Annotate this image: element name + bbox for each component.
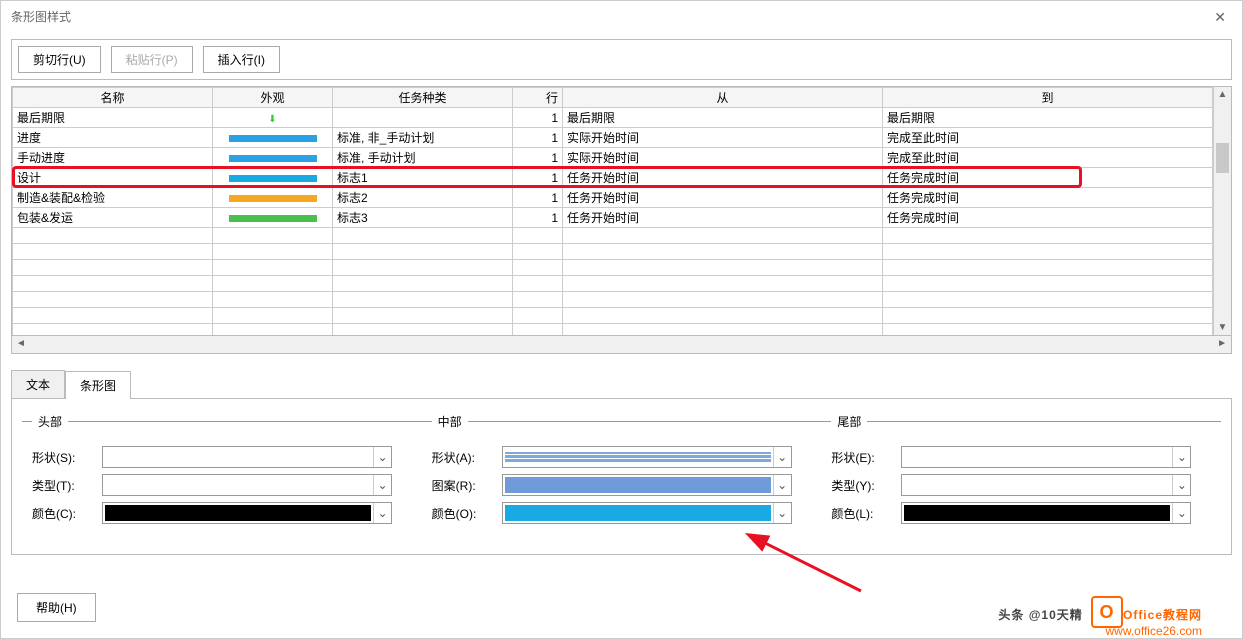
table-row[interactable] — [13, 324, 1213, 336]
label-head-shape: 形状(S): — [32, 449, 102, 466]
tab-bar[interactable]: 条形图 — [65, 371, 131, 399]
bar-swatch — [229, 155, 317, 162]
label-tail-color: 颜色(L): — [831, 505, 901, 522]
label-head-color: 颜色(C): — [32, 505, 102, 522]
table-row[interactable] — [13, 276, 1213, 292]
vertical-scrollbar[interactable]: ▲ ▼ — [1213, 87, 1231, 335]
insert-row-button[interactable]: 插入行(I) — [203, 46, 280, 73]
label-tail-shape: 形状(E): — [831, 449, 901, 466]
combo-mid-pattern[interactable]: ⌄ — [502, 474, 792, 496]
group-mid: 中部 形状(A): ⌄ 图案(R): ⌄ 颜色(O): ⌄ — [422, 413, 822, 530]
dialog-footer: 帮助(H) — [17, 593, 96, 622]
chevron-down-icon[interactable]: ⌄ — [1172, 475, 1190, 495]
cut-row-button[interactable]: 剪切行(U) — [18, 46, 101, 73]
tab-text[interactable]: 文本 — [11, 370, 65, 398]
combo-mid-shape[interactable]: ⌄ — [502, 446, 792, 468]
col-header-from[interactable]: 从 — [563, 88, 883, 108]
label-mid-pattern: 图案(R): — [432, 477, 502, 494]
group-tail: 尾部 形状(E): ⌄ 类型(Y): ⌄ 颜色(L): ⌄ — [821, 413, 1221, 530]
chevron-down-icon[interactable]: ⌄ — [1172, 503, 1190, 523]
legend-mid: 中部 — [432, 413, 468, 430]
scroll-up-icon[interactable]: ▲ — [1214, 89, 1231, 100]
close-icon[interactable]: ✕ — [1208, 1, 1232, 33]
styles-grid[interactable]: 名称 外观 任务种类 行 从 到 最后期限⬇1最后期限最后期限进度标准, 非_手… — [12, 87, 1213, 335]
table-row[interactable]: 制造&装配&检验标志21任务开始时间任务完成时间 — [13, 188, 1213, 208]
horizontal-scrollbar[interactable]: ◄ ► — [11, 336, 1232, 354]
combo-mid-color[interactable]: ⌄ — [502, 502, 792, 524]
tab-panel-bar: 头部 形状(S): ⌄ 类型(T): ⌄ 颜色(C): ⌄ 中部 形状(A): … — [11, 398, 1232, 555]
table-row[interactable] — [13, 228, 1213, 244]
chevron-down-icon[interactable]: ⌄ — [1172, 447, 1190, 467]
label-mid-color: 颜色(O): — [432, 505, 502, 522]
combo-head-type[interactable]: ⌄ — [102, 474, 392, 496]
detail-tabs: 文本 条形图 — [11, 370, 1232, 398]
chevron-down-icon[interactable]: ⌄ — [373, 475, 391, 495]
styles-grid-container: 名称 外观 任务种类 行 从 到 最后期限⬇1最后期限最后期限进度标准, 非_手… — [11, 86, 1232, 336]
table-row[interactable] — [13, 260, 1213, 276]
label-head-type: 类型(T): — [32, 477, 102, 494]
label-mid-shape: 形状(A): — [432, 449, 502, 466]
col-header-appearance[interactable]: 外观 — [213, 88, 333, 108]
bar-swatch — [229, 215, 317, 222]
table-row[interactable]: 最后期限⬇1最后期限最后期限 — [13, 108, 1213, 128]
arrow-down-icon: ⬇ — [268, 114, 276, 125]
scroll-left-icon[interactable]: ◄ — [16, 338, 26, 349]
scroll-thumb[interactable] — [1216, 143, 1229, 173]
legend-head: 头部 — [32, 413, 68, 430]
chevron-down-icon[interactable]: ⌄ — [773, 475, 791, 495]
table-row[interactable] — [13, 244, 1213, 260]
table-row[interactable]: 设计标志11任务开始时间任务完成时间 — [13, 168, 1213, 188]
chevron-down-icon[interactable]: ⌄ — [773, 447, 791, 467]
col-header-to[interactable]: 到 — [883, 88, 1213, 108]
bar-swatch — [229, 195, 317, 202]
table-row[interactable] — [13, 292, 1213, 308]
chevron-down-icon[interactable]: ⌄ — [373, 503, 391, 523]
col-header-name[interactable]: 名称 — [13, 88, 213, 108]
label-tail-type: 类型(Y): — [831, 477, 901, 494]
table-row[interactable]: 包装&发运标志31任务开始时间任务完成时间 — [13, 208, 1213, 228]
combo-tail-shape[interactable]: ⌄ — [901, 446, 1191, 468]
combo-tail-color[interactable]: ⌄ — [901, 502, 1191, 524]
bar-swatch — [229, 175, 317, 182]
table-row[interactable]: 进度标准, 非_手动计划1实际开始时间完成至此时间 — [13, 128, 1213, 148]
legend-tail: 尾部 — [831, 413, 867, 430]
paste-row-button: 粘贴行(P) — [111, 46, 193, 73]
chevron-down-icon[interactable]: ⌄ — [373, 447, 391, 467]
bar-styles-dialog: 条形图样式 ✕ 剪切行(U) 粘贴行(P) 插入行(I) 名称 外观 任务种类 … — [0, 0, 1243, 639]
titlebar: 条形图样式 ✕ — [1, 1, 1242, 33]
table-row[interactable]: 手动进度标准, 手动计划1实际开始时间完成至此时间 — [13, 148, 1213, 168]
table-row[interactable] — [13, 308, 1213, 324]
col-header-type[interactable]: 任务种类 — [333, 88, 513, 108]
scroll-right-icon[interactable]: ► — [1217, 338, 1227, 349]
col-header-row[interactable]: 行 — [513, 88, 563, 108]
combo-head-color[interactable]: ⌄ — [102, 502, 392, 524]
combo-tail-type[interactable]: ⌄ — [901, 474, 1191, 496]
toolbar: 剪切行(U) 粘贴行(P) 插入行(I) — [11, 39, 1232, 80]
dialog-title: 条形图样式 — [11, 1, 71, 33]
scroll-down-icon[interactable]: ▼ — [1214, 322, 1231, 333]
group-head: 头部 形状(S): ⌄ 类型(T): ⌄ 颜色(C): ⌄ — [22, 413, 422, 530]
help-button[interactable]: 帮助(H) — [17, 593, 96, 622]
combo-head-shape[interactable]: ⌄ — [102, 446, 392, 468]
bar-swatch — [229, 135, 317, 142]
chevron-down-icon[interactable]: ⌄ — [773, 503, 791, 523]
watermark-url: www.office26.com — [1106, 624, 1203, 638]
